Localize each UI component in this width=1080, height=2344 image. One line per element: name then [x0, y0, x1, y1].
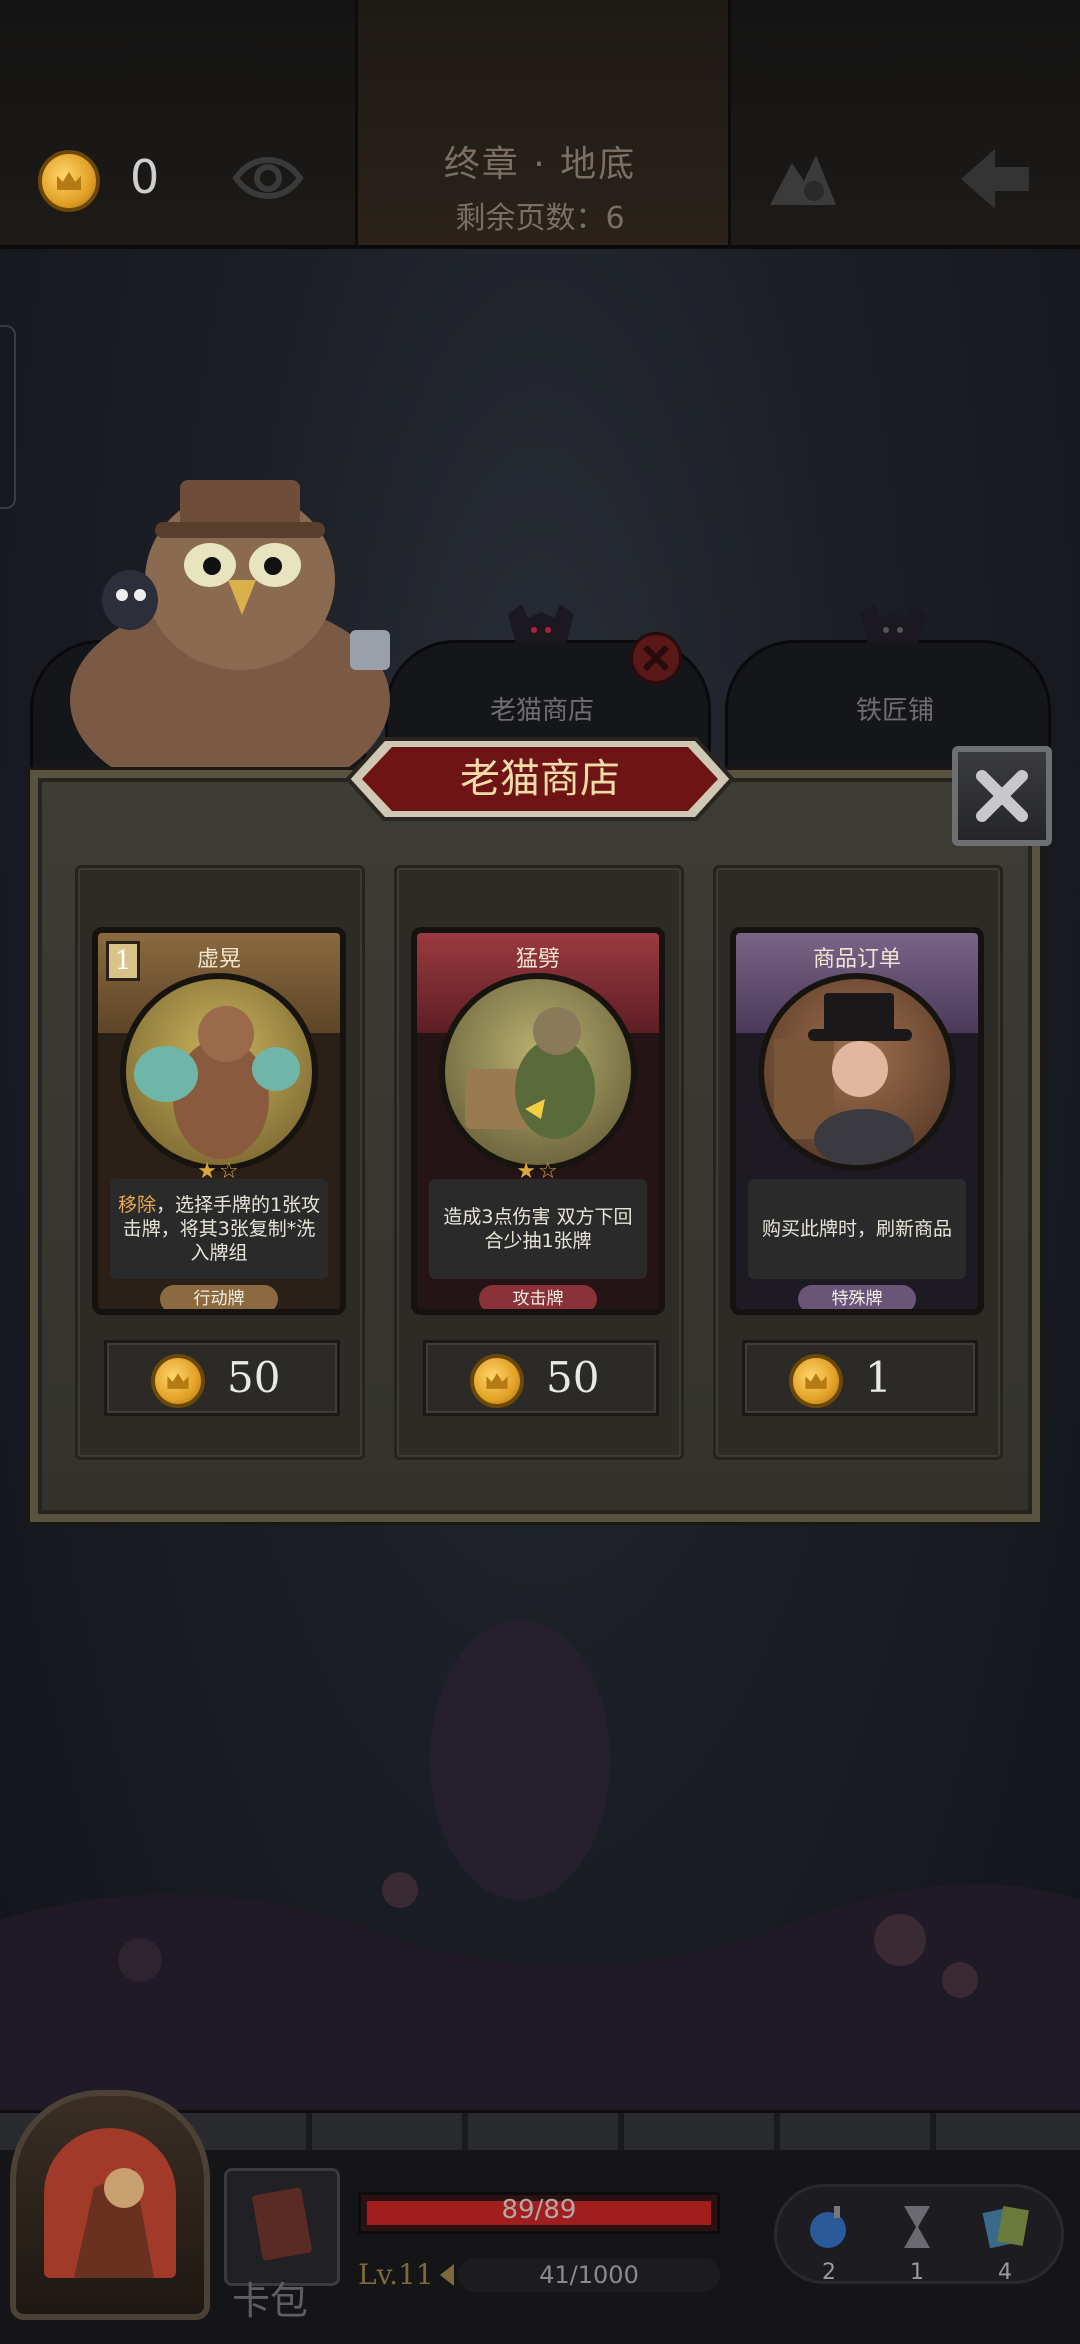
bat-icon [860, 604, 926, 644]
hourglass-icon[interactable] [892, 2202, 942, 2252]
card-bag-icon[interactable] [224, 2168, 340, 2286]
price-button-3[interactable]: 1 [742, 1340, 978, 1416]
price-value: 50 [546, 1353, 600, 1402]
cards-count: 4 [998, 2260, 1012, 2285]
card-name: 猛劈 [515, 947, 560, 972]
close-button[interactable] [952, 746, 1052, 846]
card-type-tag: 攻击牌 [479, 1285, 597, 1309]
shop-card-1[interactable]: 虚晃 1 ★☆ 移除，选择手牌的1张攻击牌，将其3张复制*洗入牌组 行动牌 [92, 927, 346, 1315]
card-name: 商品订单 [812, 947, 901, 972]
cave-scene [0, 1620, 1080, 2120]
card-art-boxer [120, 973, 318, 1171]
shopkeeper-owl-character [70, 480, 390, 780]
card-description: 购买此牌时，刷新商品 [748, 1179, 966, 1279]
card-cost: 1 [106, 941, 140, 981]
price-value: 50 [227, 1353, 281, 1402]
card-bag-label: 卡包 [232, 2279, 309, 2323]
card-keyword: 移除 [117, 1194, 156, 1216]
tab-shop-label: 老猫商店 [490, 696, 595, 726]
close-icon [976, 770, 1028, 822]
gold-coin-icon [38, 150, 100, 212]
card-art-merchant [758, 973, 956, 1171]
remaining-pages: 剩余页数：6 [455, 201, 625, 236]
side-drawer-handle[interactable] [0, 325, 16, 509]
xp-text: 41/1000 [539, 2261, 639, 2289]
eye-icon[interactable] [232, 150, 304, 206]
mountain-icon[interactable] [768, 145, 838, 209]
card-description: 移除，选择手牌的1张攻击牌，将其3张复制*洗入牌组 [110, 1179, 328, 1279]
hp-text: 89/89 [501, 2195, 577, 2225]
back-arrow-icon[interactable] [955, 145, 1033, 213]
card-type-tag: 特殊牌 [798, 1285, 916, 1309]
price-value: 1 [865, 1353, 892, 1402]
gold-coin-icon [470, 1354, 524, 1408]
card-art-woodcutter [439, 973, 637, 1171]
gold-amount: 0 [130, 150, 160, 204]
price-button-2[interactable]: 50 [423, 1340, 659, 1416]
gold-coin-icon [789, 1354, 843, 1408]
card-type-tag: 行动牌 [160, 1285, 278, 1309]
hero-portrait [44, 2128, 176, 2278]
shop-title: 老猫商店 [460, 756, 620, 802]
shop-card-3[interactable]: 商品订单 购买此牌时，刷新商品 特殊牌 [730, 927, 984, 1315]
hourglass-count: 1 [910, 2260, 924, 2285]
gold-coin-icon [151, 1354, 205, 1408]
tab-close-icon[interactable] [630, 632, 682, 684]
cards-icon[interactable] [980, 2202, 1030, 2252]
xp-arrow-icon [440, 2264, 454, 2286]
bat-icon [508, 604, 574, 644]
shop-card-2[interactable]: 猛劈 ★☆ 造成3点伤害 双方下回合少抽1张牌 攻击牌 [411, 927, 665, 1315]
bomb-icon[interactable] [804, 2202, 854, 2252]
tab-blacksmith-label: 铁匠铺 [856, 696, 935, 726]
chapter-title: 终章 · 地底 [443, 144, 637, 185]
level-label: Lv.11 [358, 2258, 434, 2291]
bomb-count: 2 [822, 2260, 836, 2285]
card-description: 造成3点伤害 双方下回合少抽1张牌 [429, 1179, 647, 1279]
price-button-1[interactable]: 50 [104, 1340, 340, 1416]
